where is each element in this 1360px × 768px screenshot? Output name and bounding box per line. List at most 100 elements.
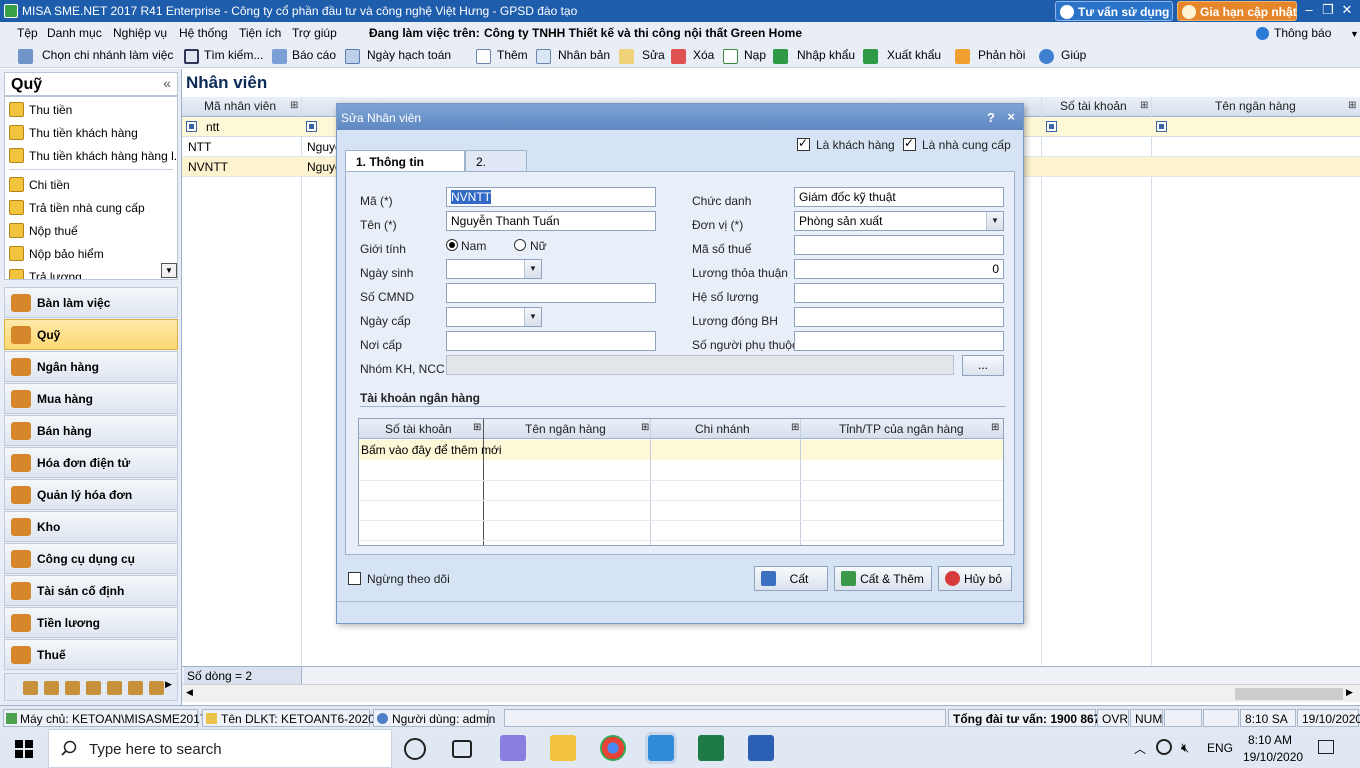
scroll-right-icon[interactable]: ▶ (1346, 687, 1353, 698)
delete-button[interactable]: Xóa (671, 48, 714, 66)
name-field[interactable]: Nguyễn Thanh Tuấn (446, 211, 656, 231)
pin-icon[interactable]: ⊞ (290, 100, 298, 111)
module-kho[interactable]: Kho (4, 511, 178, 542)
close-window-button[interactable]: ✕ (1338, 2, 1356, 20)
bank-col-name[interactable]: Tên ngân hàng (525, 422, 606, 436)
unit-field[interactable]: Phòng sản xuất ▼ (794, 211, 1004, 231)
module-cong-cu-dung-cu[interactable]: Công cụ dụng cụ (4, 543, 178, 574)
chrome-icon[interactable] (600, 735, 626, 761)
mini-module-icon[interactable] (23, 681, 38, 695)
edit-button[interactable]: Sửa (619, 48, 665, 66)
sidebar-item-chi-tien[interactable]: Chi tiền (9, 174, 70, 194)
save-add-button[interactable]: Cất & Thêm (834, 566, 932, 591)
menu-operations[interactable]: Nghiệp vụ (113, 26, 167, 40)
tax-code-field[interactable] (794, 235, 1004, 255)
mini-module-icon[interactable] (86, 681, 101, 695)
notification-icon[interactable] (1318, 740, 1334, 754)
code-field[interactable]: NVNTT (446, 187, 656, 207)
task-view-icon[interactable] (452, 740, 472, 758)
scroll-left-icon[interactable]: ◀ (186, 687, 193, 698)
mini-module-icon[interactable] (107, 681, 122, 695)
save-button[interactable]: Cất (754, 566, 828, 591)
pin-icon[interactable]: ⊞ (1348, 100, 1356, 111)
sidebar-item-thu-tien-kh[interactable]: Thu tiền khách hàng (9, 122, 138, 142)
menu-catalog[interactable]: Danh mục (47, 26, 102, 40)
cancel-button[interactable]: Hủy bỏ (938, 566, 1012, 591)
coef-field[interactable] (794, 283, 1004, 303)
dob-field[interactable]: ▼ (446, 259, 542, 279)
issue-date-field[interactable]: ▼ (446, 307, 542, 327)
windows-start-icon[interactable] (15, 740, 33, 758)
id-no-field[interactable] (446, 283, 656, 303)
word-icon[interactable] (748, 735, 774, 761)
mini-module-icon[interactable] (149, 681, 164, 695)
mini-module-icon[interactable] (65, 681, 80, 695)
sidebar-item-tra-luong[interactable]: Trả lương (9, 266, 82, 279)
language-indicator[interactable]: ENG (1207, 741, 1233, 755)
taskbar-search[interactable]: Type here to search (48, 729, 392, 768)
filter-operator-icon[interactable] (186, 121, 197, 132)
bank-col-province[interactable]: Tỉnh/TP của ngân hàng (839, 422, 964, 436)
duplicate-button[interactable]: Nhân bản (536, 48, 610, 66)
taskbar-time[interactable]: 8:10 AM (1248, 733, 1292, 747)
gender-male-radio[interactable] (446, 239, 458, 251)
volume-muted-icon[interactable]: 🔇︎ (1181, 740, 1189, 756)
branch-button[interactable]: Chọn chi nhánh làm việc (18, 48, 173, 66)
paint-app-icon[interactable] (500, 735, 526, 761)
horizontal-scrollbar[interactable]: ◀ ▶ (182, 684, 1360, 702)
filter-operator-icon[interactable] (1156, 121, 1167, 132)
mini-module-icon[interactable] (44, 681, 59, 695)
import-button[interactable]: Nhập khẩu (773, 48, 855, 66)
tray-chevron-icon[interactable]: ︿ (1134, 740, 1146, 757)
notify-button[interactable]: Thông báo (1274, 26, 1331, 40)
col-header-bank[interactable]: Tên ngân hàng (1215, 99, 1296, 113)
issue-place-field[interactable] (446, 331, 656, 351)
sidebar-item-nop-bao-hiem[interactable]: Nộp bảo hiểm (9, 243, 104, 263)
is-supplier-checkbox[interactable] (903, 136, 916, 151)
tab-other[interactable]: 2. Khác (465, 150, 527, 183)
post-date-button[interactable]: Ngày hạch toán (345, 48, 451, 66)
dialog-close-button[interactable]: × (1007, 109, 1015, 124)
col-header-account[interactable]: Số tài khoản (1060, 99, 1127, 113)
is-customer-checkbox[interactable] (797, 136, 810, 151)
ins-salary-field[interactable] (794, 307, 1004, 327)
more-icon[interactable]: ▶ (165, 679, 172, 690)
network-icon[interactable] (1156, 739, 1172, 755)
scroll-thumb[interactable] (1235, 688, 1343, 700)
pin-icon[interactable]: ⊞ (1140, 100, 1148, 111)
report-button[interactable]: Báo cáo (272, 48, 336, 66)
help-button[interactable]: Giúp (1039, 48, 1086, 66)
tab-general[interactable]: 1. Thông tin chung (345, 150, 465, 183)
reload-button[interactable]: Nạp (723, 48, 766, 66)
bank-col-account[interactable]: Số tài khoản (385, 422, 452, 436)
dropdown-arrow-icon[interactable]: ▼ (524, 308, 541, 326)
pin-icon[interactable]: ⊞ (991, 422, 999, 433)
chevron-down-icon[interactable]: ▼ (1350, 29, 1359, 39)
file-explorer-icon[interactable] (550, 735, 576, 761)
export-button[interactable]: Xuất khẩu (863, 48, 941, 66)
module-mua-hang[interactable]: Mua hàng (4, 383, 178, 414)
feedback-button[interactable]: Phản hồi (955, 48, 1025, 66)
menu-utilities[interactable]: Tiện ích (239, 26, 281, 40)
support-button[interactable]: Tư vấn sử dụng (1055, 1, 1173, 21)
module-ngan-hang[interactable]: Ngân hàng (4, 351, 178, 382)
menu-file[interactable]: Tệp (17, 26, 38, 40)
pin-icon[interactable]: ⊞ (791, 422, 799, 433)
module-tien-luong[interactable]: Tiền lương (4, 607, 178, 638)
module-ban-hang[interactable]: Bán hàng (4, 415, 178, 446)
bank-add-row[interactable]: Bấm vào đây để thêm mới (359, 440, 1003, 460)
stop-follow-checkbox[interactable] (348, 572, 361, 585)
dropdown-arrow-icon[interactable]: ▼ (986, 212, 1003, 230)
menu-help[interactable]: Trợ giúp (292, 26, 337, 40)
search-button[interactable]: Tìm kiếm... (184, 48, 263, 66)
menu-system[interactable]: Hệ thống (179, 26, 228, 40)
filter-operator-icon[interactable] (1046, 121, 1057, 132)
bank-col-branch[interactable]: Chi nhánh (695, 422, 750, 436)
pin-icon[interactable]: ⊞ (641, 422, 649, 433)
module-ban-lam-viec[interactable]: Bàn làm việc (4, 287, 178, 318)
minimize-button[interactable]: ‒ (1300, 2, 1318, 20)
taskbar-date[interactable]: 19/10/2020 (1243, 750, 1303, 764)
renew-button[interactable]: Gia hạn cập nhật (1177, 1, 1297, 21)
sidebar-item-thu-tien-kh-hang-loat[interactable]: Thu tiền khách hàng hàng l... (9, 145, 177, 165)
dialog-help-button[interactable]: ? (987, 110, 995, 125)
